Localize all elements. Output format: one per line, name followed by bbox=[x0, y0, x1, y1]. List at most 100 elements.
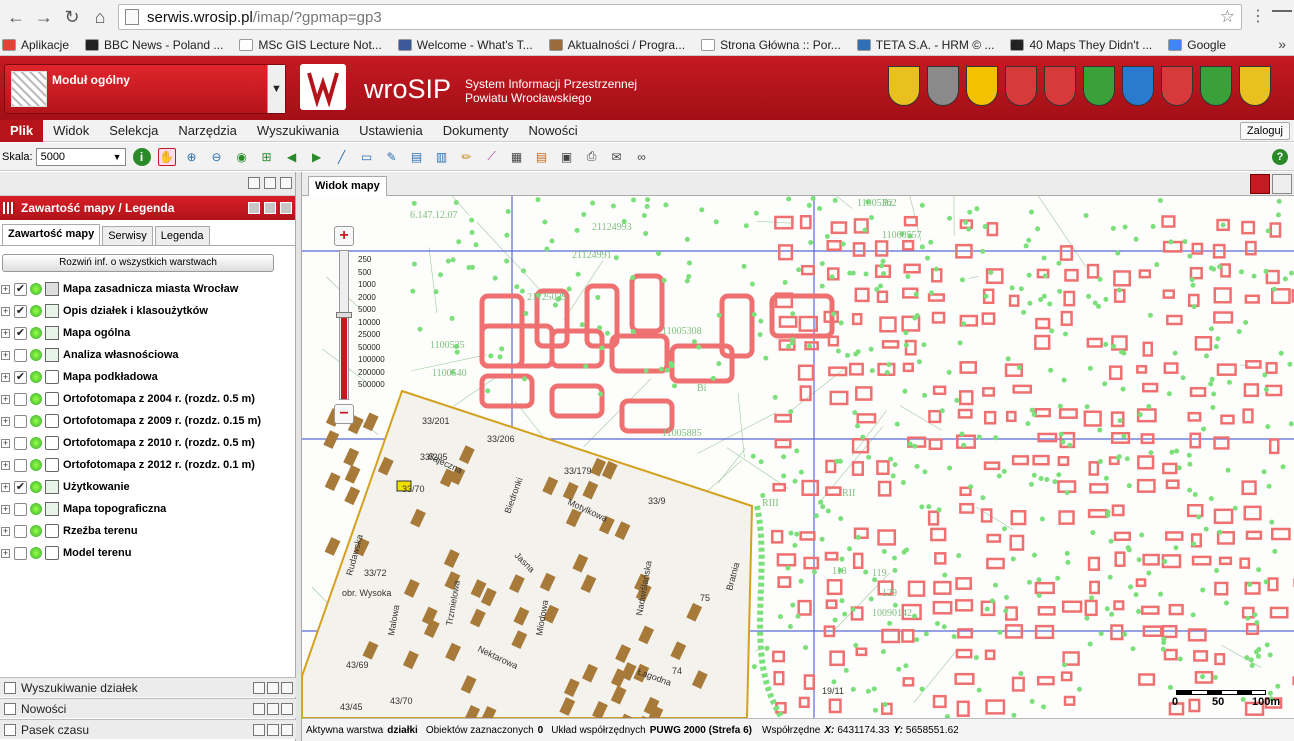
help-icon[interactable]: ? bbox=[1272, 149, 1288, 165]
chevron-down-icon[interactable]: ▼ bbox=[267, 65, 285, 113]
bookmark-item[interactable]: Aktualności / Progra... bbox=[547, 38, 685, 52]
back-icon[interactable]: ← bbox=[4, 5, 28, 29]
bookmark-item[interactable]: Google bbox=[1166, 38, 1226, 52]
crest-icon[interactable] bbox=[1083, 66, 1115, 106]
link-icon[interactable]: ∞ bbox=[633, 148, 651, 166]
comment-icon[interactable] bbox=[1250, 174, 1270, 194]
expand-icon[interactable]: + bbox=[1, 284, 10, 294]
layer-checkbox[interactable] bbox=[14, 458, 27, 472]
panel-tab[interactable]: Zawartość mapy bbox=[2, 224, 101, 245]
zoom-slider[interactable] bbox=[336, 250, 352, 400]
module-select[interactable]: Moduł ogólny ▼ bbox=[4, 64, 286, 114]
close-icon[interactable] bbox=[281, 703, 293, 715]
crest-icon[interactable] bbox=[888, 66, 920, 106]
window-control-icon[interactable] bbox=[1272, 10, 1292, 24]
layer-checkbox[interactable] bbox=[14, 524, 27, 538]
layer-checkbox[interactable] bbox=[14, 414, 27, 428]
wms-icon[interactable]: ▦ bbox=[508, 148, 526, 166]
collapsed-pane[interactable]: Pasek czasu bbox=[0, 719, 296, 739]
profile-icon[interactable]: ⟋ bbox=[483, 148, 501, 166]
menu-item[interactable]: Widok bbox=[43, 120, 99, 142]
zoom-out-icon[interactable]: ⊖ bbox=[208, 148, 226, 166]
scale-select[interactable]: 5000 ▼ bbox=[35, 147, 126, 166]
expand-icon[interactable]: + bbox=[1, 482, 10, 492]
draw-icon[interactable]: ✏ bbox=[458, 148, 476, 166]
expand-icon[interactable]: + bbox=[1, 372, 10, 382]
expand-icon[interactable]: + bbox=[1, 328, 10, 338]
bookmark-item[interactable]: TETA S.A. - HRM © ... bbox=[855, 38, 994, 52]
panel-tab[interactable]: Legenda bbox=[154, 226, 210, 245]
measure-area-icon[interactable]: ▭ bbox=[358, 148, 376, 166]
reload-icon[interactable]: ↻ bbox=[60, 5, 84, 29]
layer-checkbox[interactable] bbox=[14, 546, 27, 560]
zoom-in-icon[interactable]: ⊕ bbox=[183, 148, 201, 166]
float-icon[interactable] bbox=[264, 202, 276, 214]
close-icon[interactable] bbox=[280, 202, 292, 214]
bookmark-star-icon[interactable]: ☆ bbox=[1220, 7, 1235, 27]
edit-icon[interactable]: ✎ bbox=[383, 148, 401, 166]
layer-checkbox[interactable]: ✔ bbox=[14, 480, 27, 494]
crest-icon[interactable] bbox=[1122, 66, 1154, 106]
share-icon[interactable]: ✉ bbox=[608, 148, 626, 166]
close-icon[interactable] bbox=[281, 724, 293, 736]
crest-icon[interactable] bbox=[966, 66, 998, 106]
previous-extent-icon[interactable]: ◀ bbox=[283, 148, 301, 166]
bookmark-item[interactable]: Strona Główna :: Por... bbox=[699, 38, 841, 52]
help-icon[interactable] bbox=[248, 202, 260, 214]
browser-menu-icon[interactable]: ⋮ bbox=[1250, 6, 1266, 26]
layer-select-icon[interactable]: ▥ bbox=[433, 148, 451, 166]
search-icon[interactable] bbox=[1272, 174, 1292, 194]
layer-checkbox[interactable] bbox=[14, 502, 27, 516]
float-icon[interactable] bbox=[267, 724, 279, 736]
crest-icon[interactable] bbox=[1200, 66, 1232, 106]
expand-all-button[interactable]: Rozwiń inf. o wszystkich warstwach bbox=[2, 254, 274, 272]
panel-tab[interactable]: Serwisy bbox=[102, 226, 153, 245]
expand-icon[interactable]: + bbox=[1, 438, 10, 448]
bookmark-item[interactable]: 40 Maps They Didn't ... bbox=[1008, 38, 1152, 52]
zoom-out-button[interactable]: − bbox=[334, 404, 354, 424]
table-icon[interactable]: ▤ bbox=[533, 148, 551, 166]
print-icon[interactable]: ⎙ bbox=[583, 148, 601, 166]
info-icon[interactable]: i bbox=[132, 147, 151, 166]
export-icon[interactable]: ▣ bbox=[558, 148, 576, 166]
zoom-box-icon[interactable]: ⊞ bbox=[258, 148, 276, 166]
map-view[interactable]: 33/201 33/206 33/205 33/179 33/9 33/70 33/72 43… bbox=[302, 196, 1294, 718]
bookmark-item[interactable]: Welcome - What's T... bbox=[396, 38, 533, 52]
select-icon[interactable]: ▤ bbox=[408, 148, 426, 166]
login-button[interactable]: Zaloguj bbox=[1239, 122, 1290, 140]
menu-item[interactable]: Plik bbox=[0, 119, 44, 142]
expand-icon[interactable]: + bbox=[1, 306, 10, 316]
layer-checkbox[interactable] bbox=[14, 436, 27, 450]
menu-item[interactable]: Nowości bbox=[519, 120, 588, 142]
collapse-icon[interactable] bbox=[280, 177, 292, 189]
full-extent-icon[interactable]: ◉ bbox=[233, 148, 251, 166]
next-extent-icon[interactable]: ▶ bbox=[308, 148, 326, 166]
tab-map-view[interactable]: Widok mapy bbox=[308, 176, 387, 196]
crest-icon[interactable] bbox=[1005, 66, 1037, 106]
help-icon[interactable] bbox=[253, 703, 265, 715]
crest-icon[interactable] bbox=[1161, 66, 1193, 106]
collapsed-pane[interactable]: Wyszukiwanie działek bbox=[0, 677, 296, 697]
crest-icon[interactable] bbox=[927, 66, 959, 106]
layer-checkbox[interactable]: ✔ bbox=[14, 282, 27, 296]
expand-icon[interactable]: + bbox=[1, 416, 10, 426]
close-icon[interactable] bbox=[281, 682, 293, 694]
float-icon[interactable] bbox=[267, 682, 279, 694]
menu-item[interactable]: Dokumenty bbox=[433, 120, 519, 142]
zoom-slider-handle[interactable] bbox=[336, 312, 352, 319]
expand-icon[interactable]: + bbox=[1, 548, 10, 558]
address-bar[interactable]: serwis.wrosip.pl /imap/?gpmap=gp3 ☆ bbox=[118, 4, 1242, 30]
expand-icon[interactable]: + bbox=[1, 526, 10, 536]
layer-checkbox[interactable]: ✔ bbox=[14, 304, 27, 318]
menu-item[interactable]: Ustawienia bbox=[349, 120, 433, 142]
layer-checkbox[interactable] bbox=[14, 392, 27, 406]
float-icon[interactable] bbox=[267, 703, 279, 715]
expand-icon[interactable]: + bbox=[1, 394, 10, 404]
crest-icon[interactable] bbox=[1044, 66, 1076, 106]
map-canvas[interactable]: 33/20133/20633/20533/17933/933/7033/7243… bbox=[302, 196, 1294, 718]
expand-icon[interactable]: + bbox=[1, 350, 10, 360]
layer-checkbox[interactable]: ✔ bbox=[14, 326, 27, 340]
help-icon[interactable] bbox=[253, 682, 265, 694]
layer-checkbox[interactable] bbox=[14, 348, 27, 362]
menu-item[interactable]: Narzędzia bbox=[168, 120, 247, 142]
